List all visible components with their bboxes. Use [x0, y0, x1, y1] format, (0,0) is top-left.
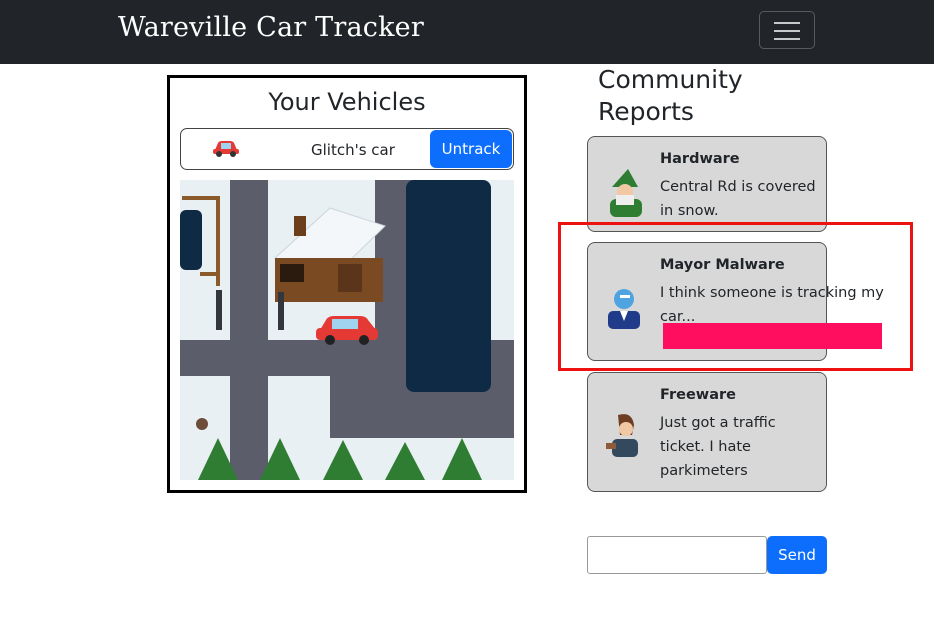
highlight-annotation-box	[558, 222, 913, 371]
report-username: Freeware	[660, 387, 736, 403]
reports-title: Community Reports	[598, 65, 743, 126]
send-button[interactable]: Send	[767, 536, 827, 574]
navbar-toggle-button[interactable]	[759, 11, 815, 49]
report-message: Central Rd is covered in snow.	[660, 179, 816, 219]
vehicle-row: Glitch's car Untrack	[180, 128, 514, 170]
vehicle-name: Glitch's car	[311, 141, 395, 159]
report-message: Just got a traffic ticket. I hate parkim…	[660, 415, 776, 479]
message-input[interactable]	[587, 536, 767, 574]
freeware-avatar-icon	[598, 409, 650, 461]
report-card: Freeware Just got a traffic ticket. I ha…	[587, 372, 827, 492]
map-view[interactable]	[180, 180, 514, 480]
elf-avatar-icon	[598, 165, 650, 217]
report-username: Hardware	[660, 151, 740, 167]
brand-title[interactable]: Wareville Car Tracker	[118, 12, 424, 43]
untrack-button[interactable]: Untrack	[430, 130, 512, 168]
report-card: Hardware Central Rd is covered in snow.	[587, 136, 827, 232]
navbar: Wareville Car Tracker	[0, 0, 934, 64]
car-icon	[211, 138, 241, 163]
vehicles-title: Your Vehicles	[268, 88, 426, 116]
vehicles-panel: Your Vehicles Glitch's car Untrack	[167, 75, 527, 493]
